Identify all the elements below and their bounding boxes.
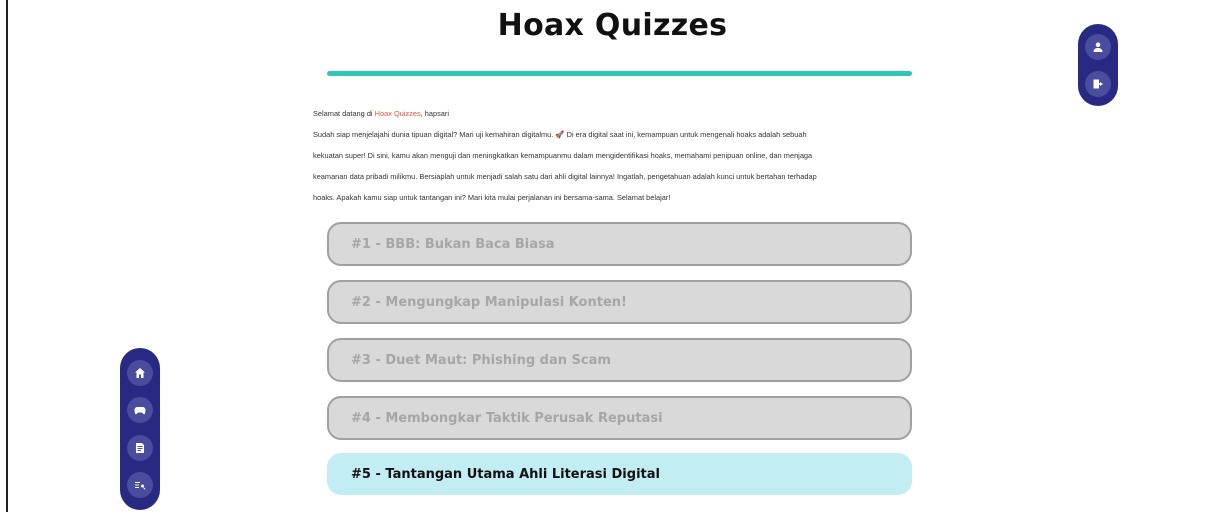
logout-button[interactable]: [1085, 70, 1111, 97]
quiz-item-4[interactable]: #4 - Membongkar Taktik Perusak Reputasi: [327, 396, 912, 440]
intro-paragraph-line: Sudah siap menjelajahi dunia tipuan digi…: [313, 130, 807, 139]
intro-text: Selamat datang di Hoax Quizzes, hapsari …: [313, 103, 923, 208]
nav-search-list-button[interactable]: [127, 472, 153, 499]
greeting-prefix: Selamat datang di: [313, 109, 375, 118]
quiz-item-2[interactable]: #2 - Mengungkap Manipulasi Konten!: [327, 280, 912, 324]
search-list-icon: [135, 482, 146, 490]
gamepad-icon: [134, 407, 146, 415]
intro-paragraph-line: kekuatan super! Di sini, kamu akan mengu…: [313, 151, 813, 160]
home-icon: [135, 367, 145, 378]
page-title: Hoax Quizzes: [497, 8, 728, 43]
quiz-item-1[interactable]: #1 - BBB: Bukan Baca Biasa: [327, 222, 912, 266]
quiz-item-5[interactable]: #5 - Tantangan Utama Ahli Literasi Digit…: [327, 453, 912, 495]
intro-paragraph-line: keamanan data pribadi milikmu. Bersiapla…: [313, 172, 817, 181]
document-icon: [136, 442, 144, 453]
user-navigation: [1078, 24, 1118, 106]
greeting-username: , hapsari: [420, 109, 450, 118]
user-icon: [1093, 42, 1103, 52]
profile-button[interactable]: [1085, 33, 1111, 60]
title-underline-bar: [327, 71, 912, 76]
logout-icon: [1093, 79, 1103, 88]
intro-paragraph-line: hoaks. Apakah kamu siap untuk tantangan …: [313, 193, 671, 202]
side-navigation: [120, 348, 160, 510]
nav-home-button[interactable]: [127, 359, 153, 386]
nav-games-button[interactable]: [127, 397, 153, 424]
intro-greeting: Selamat datang di Hoax Quizzes, hapsari: [313, 103, 923, 124]
greeting-app-name-link[interactable]: Hoax Quizzes: [375, 109, 421, 118]
nav-articles-button[interactable]: [127, 434, 153, 461]
quiz-item-3[interactable]: #3 - Duet Maut: Phishing dan Scam: [327, 338, 912, 382]
left-border-line: [6, 0, 8, 512]
